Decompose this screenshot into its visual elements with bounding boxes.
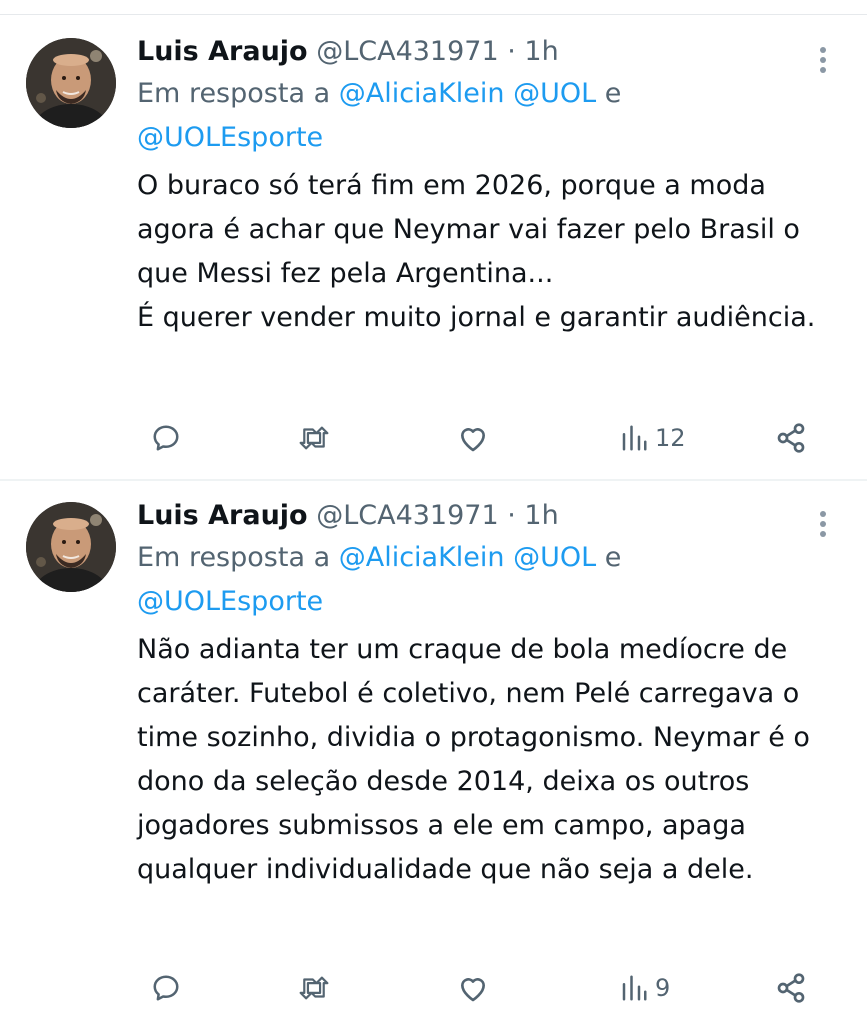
separator-dot: · bbox=[507, 500, 516, 531]
reply-context: Em resposta a @AliciaKlein @UOL e @UOLEs… bbox=[137, 72, 697, 160]
mention-link[interactable]: @UOLEsporte bbox=[137, 586, 323, 617]
share-icon bbox=[775, 422, 807, 454]
views-button[interactable]: 12 bbox=[619, 416, 686, 460]
mention-link[interactable]: @AliciaKlein bbox=[339, 542, 505, 573]
tweet[interactable]: Luis Araujo @LCA431971 · 1h Em resposta … bbox=[0, 482, 867, 1024]
like-icon bbox=[457, 423, 489, 453]
tweet-actions: 9 bbox=[137, 966, 827, 1010]
views-icon bbox=[619, 973, 649, 1003]
mention-link[interactable]: @UOL bbox=[513, 542, 596, 573]
tweet-text: O buraco só terá fim em 2026, porque a m… bbox=[137, 170, 816, 333]
reply-context: Em resposta a @AliciaKlein @UOL e @UOLEs… bbox=[137, 536, 697, 624]
reply-conjunction: e bbox=[604, 78, 622, 109]
avatar[interactable] bbox=[26, 38, 116, 128]
like-button[interactable] bbox=[457, 966, 489, 1010]
share-button[interactable] bbox=[775, 416, 807, 460]
tweet-actions: 12 bbox=[137, 416, 827, 460]
mention-link[interactable]: @UOLEsporte bbox=[137, 122, 323, 153]
tweet-header: Luis Araujo @LCA431971 · 1h bbox=[137, 32, 837, 72]
retweet-icon bbox=[297, 973, 331, 1003]
tweet-header: Luis Araujo @LCA431971 · 1h bbox=[137, 496, 837, 536]
views-icon bbox=[619, 423, 649, 453]
user-handle[interactable]: @LCA431971 bbox=[316, 36, 498, 67]
tweet-text: Não adianta ter um craque de bola medíoc… bbox=[137, 634, 810, 885]
retweet-button[interactable] bbox=[297, 416, 331, 460]
timestamp[interactable]: 1h bbox=[524, 36, 558, 67]
views-button[interactable]: 9 bbox=[619, 966, 670, 1010]
reply-conjunction: e bbox=[604, 542, 622, 573]
avatar[interactable] bbox=[26, 502, 116, 592]
reply-prefix: Em resposta a bbox=[137, 78, 331, 109]
tweet[interactable]: Luis Araujo @LCA431971 · 1h Em resposta … bbox=[0, 18, 867, 478]
more-icon[interactable] bbox=[811, 42, 835, 78]
views-count: 12 bbox=[655, 424, 686, 452]
more-icon[interactable] bbox=[811, 506, 835, 542]
retweet-icon bbox=[297, 423, 331, 453]
share-button[interactable] bbox=[775, 966, 807, 1010]
retweet-button[interactable] bbox=[297, 966, 331, 1010]
tweet-divider bbox=[0, 479, 867, 481]
share-icon bbox=[775, 972, 807, 1004]
mention-link[interactable]: @UOL bbox=[513, 78, 596, 109]
reply-button[interactable] bbox=[151, 416, 181, 460]
timestamp[interactable]: 1h bbox=[524, 500, 558, 531]
like-icon bbox=[457, 973, 489, 1003]
reply-prefix: Em resposta a bbox=[137, 542, 331, 573]
tweet-content: Luis Araujo @LCA431971 · 1h Em resposta … bbox=[137, 496, 837, 892]
display-name[interactable]: Luis Araujo bbox=[137, 500, 308, 531]
mention-link[interactable]: @AliciaKlein bbox=[339, 78, 505, 109]
display-name[interactable]: Luis Araujo bbox=[137, 36, 308, 67]
reply-icon bbox=[151, 423, 181, 453]
reply-button[interactable] bbox=[151, 966, 181, 1010]
separator-dot: · bbox=[507, 36, 516, 67]
views-count: 9 bbox=[655, 974, 671, 1002]
tweet-content: Luis Araujo @LCA431971 · 1h Em resposta … bbox=[137, 32, 837, 340]
user-handle[interactable]: @LCA431971 bbox=[316, 500, 498, 531]
top-divider bbox=[0, 14, 867, 15]
reply-icon bbox=[151, 973, 181, 1003]
like-button[interactable] bbox=[457, 416, 489, 460]
